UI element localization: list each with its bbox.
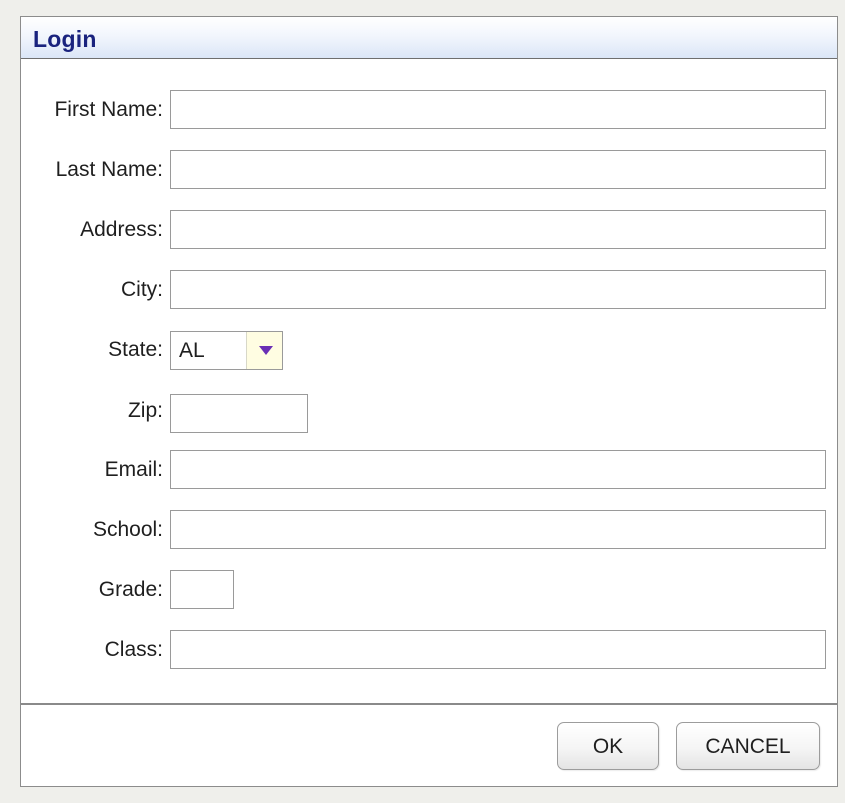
zip-field[interactable] xyxy=(170,394,308,433)
dialog-title: Login xyxy=(33,26,97,52)
zip-label: Zip: xyxy=(127,399,163,422)
grade-label: Grade: xyxy=(98,578,163,601)
cancel-button[interactable]: CANCEL xyxy=(676,722,820,770)
school-label: School: xyxy=(92,518,163,541)
address-field[interactable] xyxy=(170,210,826,249)
state-label: State: xyxy=(108,338,163,361)
login-dialog: Login First Name: Last Name: Address: Ci… xyxy=(20,16,838,787)
first-name-field[interactable] xyxy=(170,90,826,129)
state-select[interactable]: AL xyxy=(170,331,283,370)
state-selected-value: AL xyxy=(179,339,205,362)
class-field[interactable] xyxy=(170,630,826,669)
footer-divider xyxy=(21,703,837,705)
last-name-field[interactable] xyxy=(170,150,826,189)
grade-field[interactable] xyxy=(170,570,234,609)
email-field[interactable] xyxy=(170,450,826,489)
city-field[interactable] xyxy=(170,270,826,309)
triangle-down-icon[interactable] xyxy=(246,332,282,369)
school-field[interactable] xyxy=(170,510,826,549)
city-label: City: xyxy=(121,278,163,301)
ok-button[interactable]: OK xyxy=(557,722,659,770)
first-name-label: First Name: xyxy=(54,98,163,121)
dialog-titlebar: Login xyxy=(21,17,837,59)
last-name-label: Last Name: xyxy=(55,158,163,181)
email-label: Email: xyxy=(104,458,163,481)
class-label: Class: xyxy=(104,638,163,661)
address-label: Address: xyxy=(80,218,163,241)
